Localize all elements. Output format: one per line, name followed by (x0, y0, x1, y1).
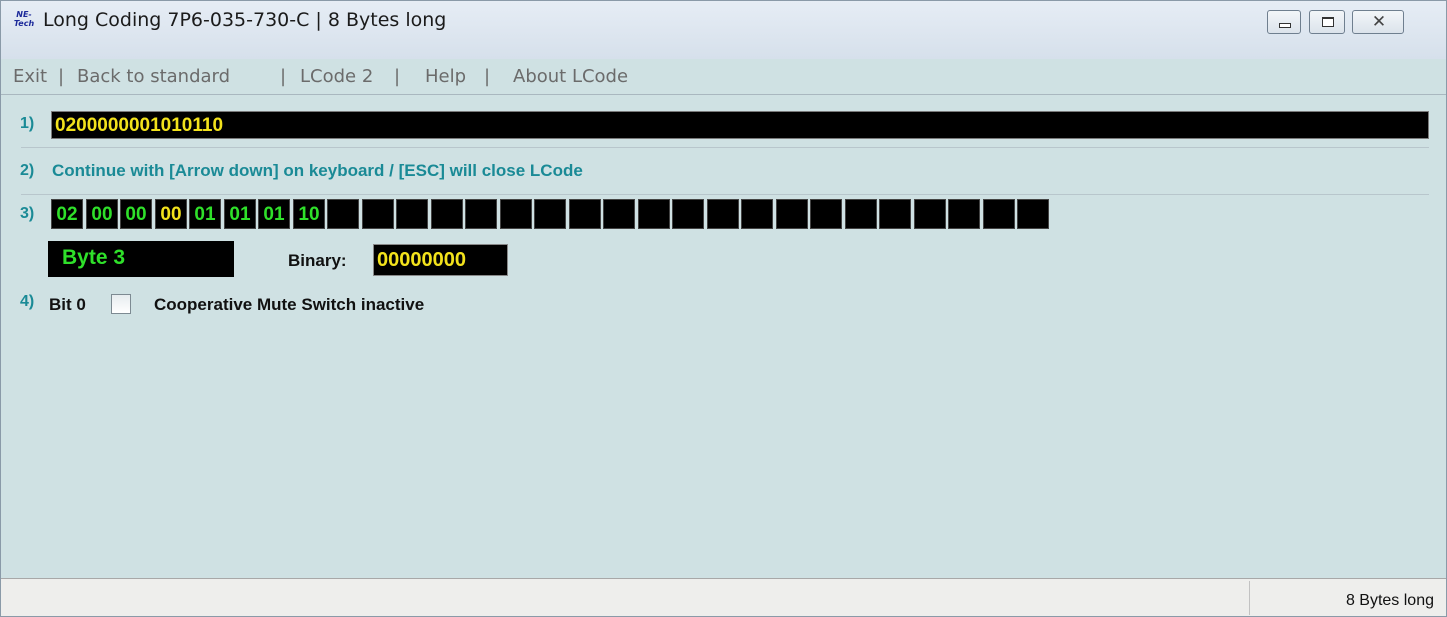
menu-separator: | (280, 66, 287, 87)
ne-tech-logo-icon: NE- Tech (13, 10, 35, 28)
menu-about-lcode[interactable]: About LCode (513, 66, 628, 87)
byte-box[interactable] (776, 199, 808, 229)
menu-help[interactable]: Help (425, 66, 466, 87)
step-4-label: 4) (20, 293, 35, 310)
status-divider (1249, 581, 1250, 615)
byte-box[interactable] (672, 199, 704, 229)
step-1-label: 1) (20, 115, 35, 132)
bit-label: Bit 0 (49, 295, 86, 314)
status-text: 8 Bytes long (1345, 592, 1434, 609)
byte-box[interactable] (948, 199, 980, 229)
selected-byte-label: Byte 3 (48, 241, 234, 277)
minimize-icon (1279, 23, 1291, 28)
byte-box[interactable]: 01 (189, 199, 221, 229)
byte-box[interactable]: 01 (258, 199, 290, 229)
byte-box[interactable] (1017, 199, 1049, 229)
byte-box[interactable] (396, 199, 428, 229)
byte-box[interactable] (741, 199, 773, 229)
menu-exit[interactable]: Exit (13, 66, 47, 87)
step-3-label: 3) (20, 205, 35, 222)
byte-box[interactable] (810, 199, 842, 229)
byte-box[interactable]: 10 (293, 199, 325, 229)
step-2-label: 2) (20, 162, 35, 179)
byte-box[interactable] (707, 199, 739, 229)
bit-description: Cooperative Mute Switch inactive (154, 295, 425, 314)
byte-box[interactable] (845, 199, 877, 229)
byte-box[interactable] (569, 199, 601, 229)
menu-separator: | (58, 66, 65, 87)
menu-back-to-standard[interactable]: Back to standard (77, 66, 230, 87)
byte-box[interactable]: 00 (155, 199, 187, 229)
menu-divider (1, 94, 1446, 95)
byte-box[interactable] (914, 199, 946, 229)
byte-box[interactable]: 02 (51, 199, 83, 229)
minimize-button[interactable] (1267, 10, 1301, 34)
menu-lcode-2[interactable]: LCode 2 (300, 66, 373, 87)
instruction-text: Continue with [Arrow down] on keyboard /… (52, 161, 583, 180)
byte-box[interactable] (362, 199, 394, 229)
byte-box[interactable] (638, 199, 670, 229)
close-icon: ✕ (1371, 12, 1387, 32)
title-bar: NE- Tech Long Coding 7P6-035-730-C | 8 B… (1, 1, 1446, 59)
binary-label: Binary: (288, 251, 347, 270)
close-button[interactable]: ✕ (1352, 10, 1404, 34)
menu-separator: | (484, 66, 491, 87)
maximize-icon (1322, 17, 1334, 27)
byte-box[interactable] (603, 199, 635, 229)
byte-box[interactable] (465, 199, 497, 229)
byte-box[interactable] (879, 199, 911, 229)
byte-box[interactable] (983, 199, 1015, 229)
maximize-button[interactable] (1309, 10, 1345, 34)
menu-bar: Exit | Back to standard | LCode 2 | Help… (1, 63, 1446, 91)
byte-box[interactable] (431, 199, 463, 229)
window-title: Long Coding 7P6-035-730-C | 8 Bytes long (43, 9, 447, 31)
binary-value-field: 00000000 (373, 244, 508, 276)
byte-box[interactable]: 01 (224, 199, 256, 229)
byte-box[interactable] (534, 199, 566, 229)
byte-box[interactable]: 00 (120, 199, 152, 229)
status-bar: 8 Bytes long (1, 578, 1446, 616)
divider (21, 147, 1429, 148)
byte-box[interactable] (327, 199, 359, 229)
coding-value-field[interactable]: 0200000001010110 (51, 111, 1429, 139)
bit-0-checkbox[interactable] (111, 294, 131, 314)
divider (21, 194, 1429, 195)
byte-box[interactable]: 00 (86, 199, 118, 229)
menu-separator: | (394, 66, 401, 87)
lcode-window: NE- Tech Long Coding 7P6-035-730-C | 8 B… (0, 0, 1447, 617)
byte-box[interactable] (500, 199, 532, 229)
